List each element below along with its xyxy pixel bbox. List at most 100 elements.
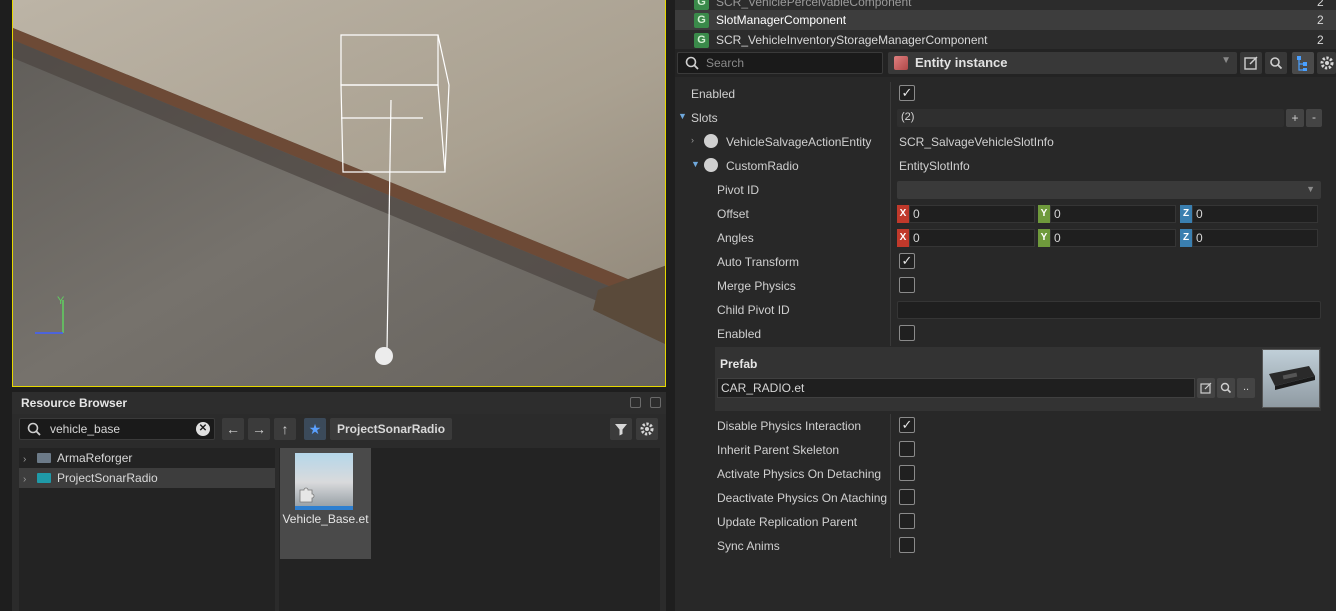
prop-label: Enabled	[691, 87, 736, 101]
chevron-down-icon[interactable]: ▼	[691, 159, 700, 169]
prop-label: Slots	[691, 111, 718, 125]
column-divider	[890, 438, 891, 462]
inspector-toolbar: Entity instance ▼	[675, 49, 1336, 77]
search-icon	[27, 422, 41, 436]
browser-settings-button[interactable]	[636, 418, 658, 440]
favorite-star-button[interactable]: ★	[304, 418, 326, 440]
activate-physics-checkbox[interactable]	[899, 465, 915, 481]
tree-item-armareforger[interactable]: › ArmaReforger	[19, 448, 275, 468]
pivot-id-dropdown[interactable]: ▼	[897, 181, 1321, 199]
offset-y-value[interactable]: 0	[1050, 205, 1176, 223]
resource-search-input[interactable]	[50, 421, 190, 437]
prop-label: Sync Anims	[717, 539, 780, 553]
prefab-browse-button[interactable]: ..	[1237, 378, 1255, 398]
chevron-down-icon[interactable]: ▼	[678, 111, 687, 121]
search-icon	[1270, 57, 1283, 70]
component-row-selected[interactable]: G SlotManagerComponent 2	[675, 10, 1336, 30]
entity-type-dropdown[interactable]: Entity instance ▼	[888, 52, 1237, 74]
asset-tile[interactable]: Vehicle_Base.et	[280, 448, 371, 559]
undock-icon[interactable]	[630, 397, 641, 408]
chevron-right-icon[interactable]: ›	[691, 135, 694, 145]
slot-type: EntitySlotInfo	[899, 159, 970, 173]
prefab-open-button[interactable]	[1197, 378, 1215, 398]
hierarchy-view-button[interactable]	[1292, 52, 1314, 74]
asset-thumbnail	[295, 453, 353, 510]
tree-item-projectsonarradio[interactable]: › ProjectSonarRadio	[19, 468, 275, 488]
column-divider	[890, 130, 891, 154]
prop-deactivate-physics: Deactivate Physics On Ataching	[675, 486, 1336, 510]
prop-slot-customradio[interactable]: ▼ CustomRadio EntitySlotInfo	[675, 154, 1336, 178]
add-slot-button[interactable]: +	[1286, 109, 1304, 127]
chevron-down-icon: ▼	[1306, 184, 1315, 194]
prefab-find-button[interactable]	[1217, 378, 1235, 398]
slot-enabled-checkbox[interactable]	[899, 325, 915, 341]
hierarchy-icon	[1297, 56, 1307, 71]
property-search-box[interactable]	[677, 52, 883, 74]
open-external-button[interactable]	[1240, 52, 1262, 74]
column-divider	[890, 250, 891, 274]
forward-button[interactable]: →	[248, 418, 270, 440]
close-panel-icon[interactable]	[650, 397, 661, 408]
inspector-settings-button[interactable]	[1317, 52, 1336, 74]
prop-offset: Offset X0 Y0 Z0	[675, 202, 1336, 226]
tree-item-label: ArmaReforger	[57, 451, 133, 465]
offset-x-value[interactable]: 0	[909, 205, 1035, 223]
resource-browser-title: Resource Browser	[12, 392, 666, 414]
entity-type-label: Entity instance	[915, 55, 1008, 70]
prop-label: Activate Physics On Detaching	[717, 467, 882, 481]
child-pivot-id-input[interactable]	[897, 301, 1321, 319]
back-button[interactable]: ←	[222, 418, 244, 440]
scene-viewport[interactable]: Y	[12, 0, 666, 387]
z-axis-tag: Z	[1180, 205, 1192, 223]
inspector-search-button[interactable]	[1265, 52, 1287, 74]
inherit-skeleton-checkbox[interactable]	[899, 441, 915, 457]
prop-angles: Angles X0 Y0 Z0	[675, 226, 1336, 250]
filter-icon	[615, 424, 627, 436]
slots-count: (2)	[901, 111, 915, 123]
component-g-icon: G	[694, 0, 709, 10]
up-button[interactable]: ↑	[274, 418, 296, 440]
component-count: 2	[1317, 13, 1324, 27]
auto-transform-checkbox[interactable]: ✓	[899, 253, 915, 269]
property-search-input[interactable]	[706, 55, 876, 71]
angles-z-value[interactable]: 0	[1192, 229, 1318, 247]
chevron-down-icon: ▼	[1221, 55, 1231, 66]
prop-label: CustomRadio	[726, 159, 799, 173]
chevron-right-icon[interactable]: ›	[23, 450, 35, 470]
prop-slot-vehiclesalvage[interactable]: › VehicleSalvageActionEntity SCR_Salvage…	[675, 130, 1336, 154]
viewport-render: Y	[13, 0, 665, 386]
resource-search-box[interactable]: ✕	[19, 418, 215, 440]
prop-label: Deactivate Physics On Ataching	[717, 491, 888, 505]
deactivate-physics-checkbox[interactable]	[899, 489, 915, 505]
angles-x-value[interactable]: 0	[909, 229, 1035, 247]
tree-item-label: ProjectSonarRadio	[57, 471, 158, 485]
prop-child-pivot-id: Child Pivot ID	[675, 298, 1336, 322]
enabled-checkbox[interactable]: ✓	[899, 85, 915, 101]
component-g-icon: G	[694, 33, 709, 48]
merge-physics-checkbox[interactable]	[899, 277, 915, 293]
prop-label: VehicleSalvageActionEntity	[726, 135, 872, 149]
chevron-right-icon[interactable]: ›	[23, 470, 35, 490]
component-name: SlotManagerComponent	[716, 13, 847, 27]
prop-slots: ▼ Slots (2) + -	[675, 106, 1336, 130]
inspector-panel: G SCR_VehiclePerceivableComponent 2 G Sl…	[675, 0, 1336, 611]
offset-z-value[interactable]: 0	[1192, 205, 1318, 223]
prop-sync-anims: Sync Anims	[675, 534, 1336, 558]
slot-dot-icon	[704, 158, 718, 172]
prop-inherit-skeleton: Inherit Parent Skeleton	[675, 438, 1336, 462]
sync-anims-checkbox[interactable]	[899, 537, 915, 553]
prefab-path-field[interactable]: CAR_RADIO.et	[717, 378, 1195, 398]
angles-y-value[interactable]: 0	[1050, 229, 1176, 247]
search-icon	[685, 56, 699, 70]
disable-physics-checkbox[interactable]: ✓	[899, 417, 915, 433]
component-name: SCR_VehicleInventoryStorageManagerCompon…	[716, 33, 988, 47]
column-divider	[890, 226, 891, 250]
clear-search-icon[interactable]: ✕	[196, 422, 210, 436]
column-divider	[890, 202, 891, 226]
breadcrumb-project[interactable]: ProjectSonarRadio	[330, 418, 453, 440]
filter-button[interactable]	[610, 418, 632, 440]
component-row[interactable]: G SCR_VehicleInventoryStorageManagerComp…	[675, 30, 1336, 50]
remove-slot-button[interactable]: -	[1306, 109, 1322, 127]
update-replication-checkbox[interactable]	[899, 513, 915, 529]
radio-image	[1269, 366, 1315, 390]
